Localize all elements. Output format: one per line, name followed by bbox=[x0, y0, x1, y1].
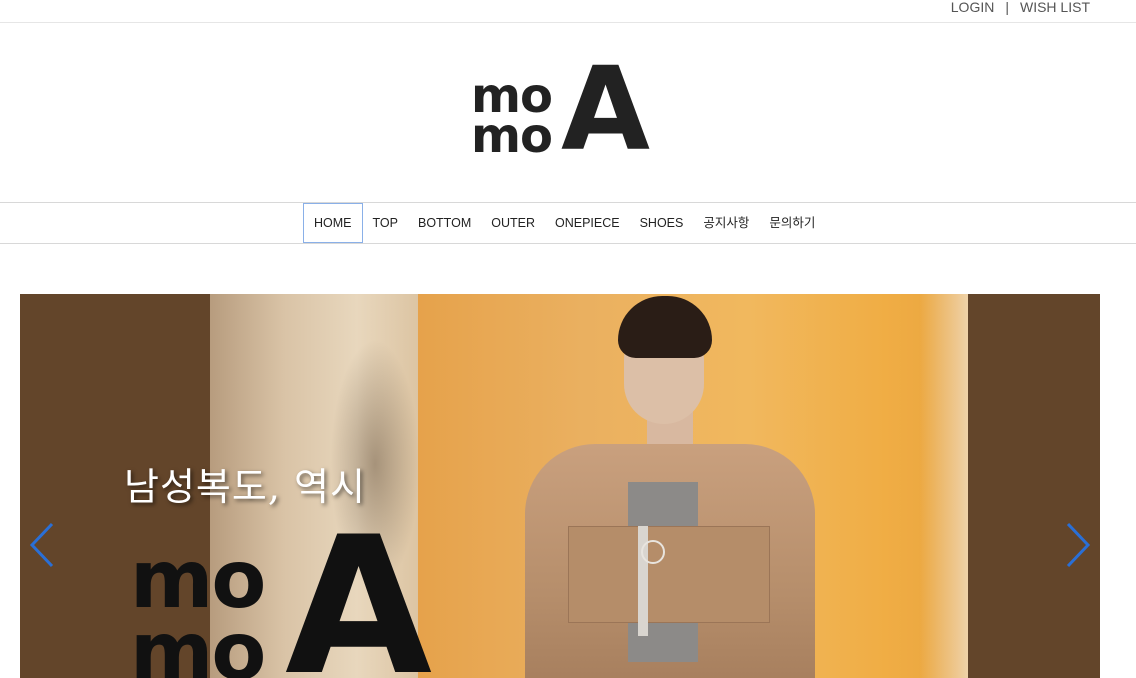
nav-item-outer[interactable]: OUTER bbox=[481, 203, 545, 243]
nav-item-top[interactable]: TOP bbox=[363, 203, 408, 243]
model-zipper-ring bbox=[641, 540, 665, 564]
wishlist-link[interactable]: WISH LIST bbox=[1020, 0, 1090, 14]
logo-letter: A bbox=[561, 43, 651, 177]
link-separator: | bbox=[1005, 0, 1009, 15]
banner-logo-line2: mo bbox=[130, 605, 266, 678]
login-link[interactable]: LOGIN bbox=[951, 0, 995, 14]
top-utility-bar: LOGIN | WISH LIST bbox=[0, 0, 1136, 23]
nav-item-inquiry[interactable]: 문의하기 bbox=[759, 203, 825, 243]
model-coat-pocket bbox=[568, 526, 770, 623]
logo-text-line2: mo bbox=[471, 108, 553, 164]
banner-logo-letter: A bbox=[285, 496, 433, 678]
chevron-right-icon bbox=[1066, 522, 1091, 568]
nav-item-home[interactable]: HOME bbox=[303, 203, 363, 243]
chevron-left-icon bbox=[29, 522, 54, 568]
banner-photo-edge bbox=[920, 294, 968, 678]
nav-item-bottom[interactable]: BOTTOM bbox=[408, 203, 481, 243]
nav-item-shoes[interactable]: SHOES bbox=[630, 203, 694, 243]
site-logo[interactable]: mo mo A bbox=[471, 43, 651, 177]
account-links: LOGIN | WISH LIST bbox=[951, 0, 1090, 14]
nav-item-onepiece[interactable]: ONEPIECE bbox=[545, 203, 630, 243]
hero-banner-slider[interactable]: 남성복도, 역시 mo mo A bbox=[20, 294, 1100, 678]
main-navigation: HOME TOP BOTTOM OUTER ONEPIECE SHOES 공지사… bbox=[0, 202, 1136, 244]
slider-next-button[interactable] bbox=[1062, 522, 1092, 568]
nav-item-notice[interactable]: 공지사항 bbox=[693, 203, 759, 243]
nav-menu: HOME TOP BOTTOM OUTER ONEPIECE SHOES 공지사… bbox=[303, 203, 825, 243]
slider-prev-button[interactable] bbox=[28, 522, 58, 568]
banner-logo: mo mo A bbox=[130, 512, 450, 678]
